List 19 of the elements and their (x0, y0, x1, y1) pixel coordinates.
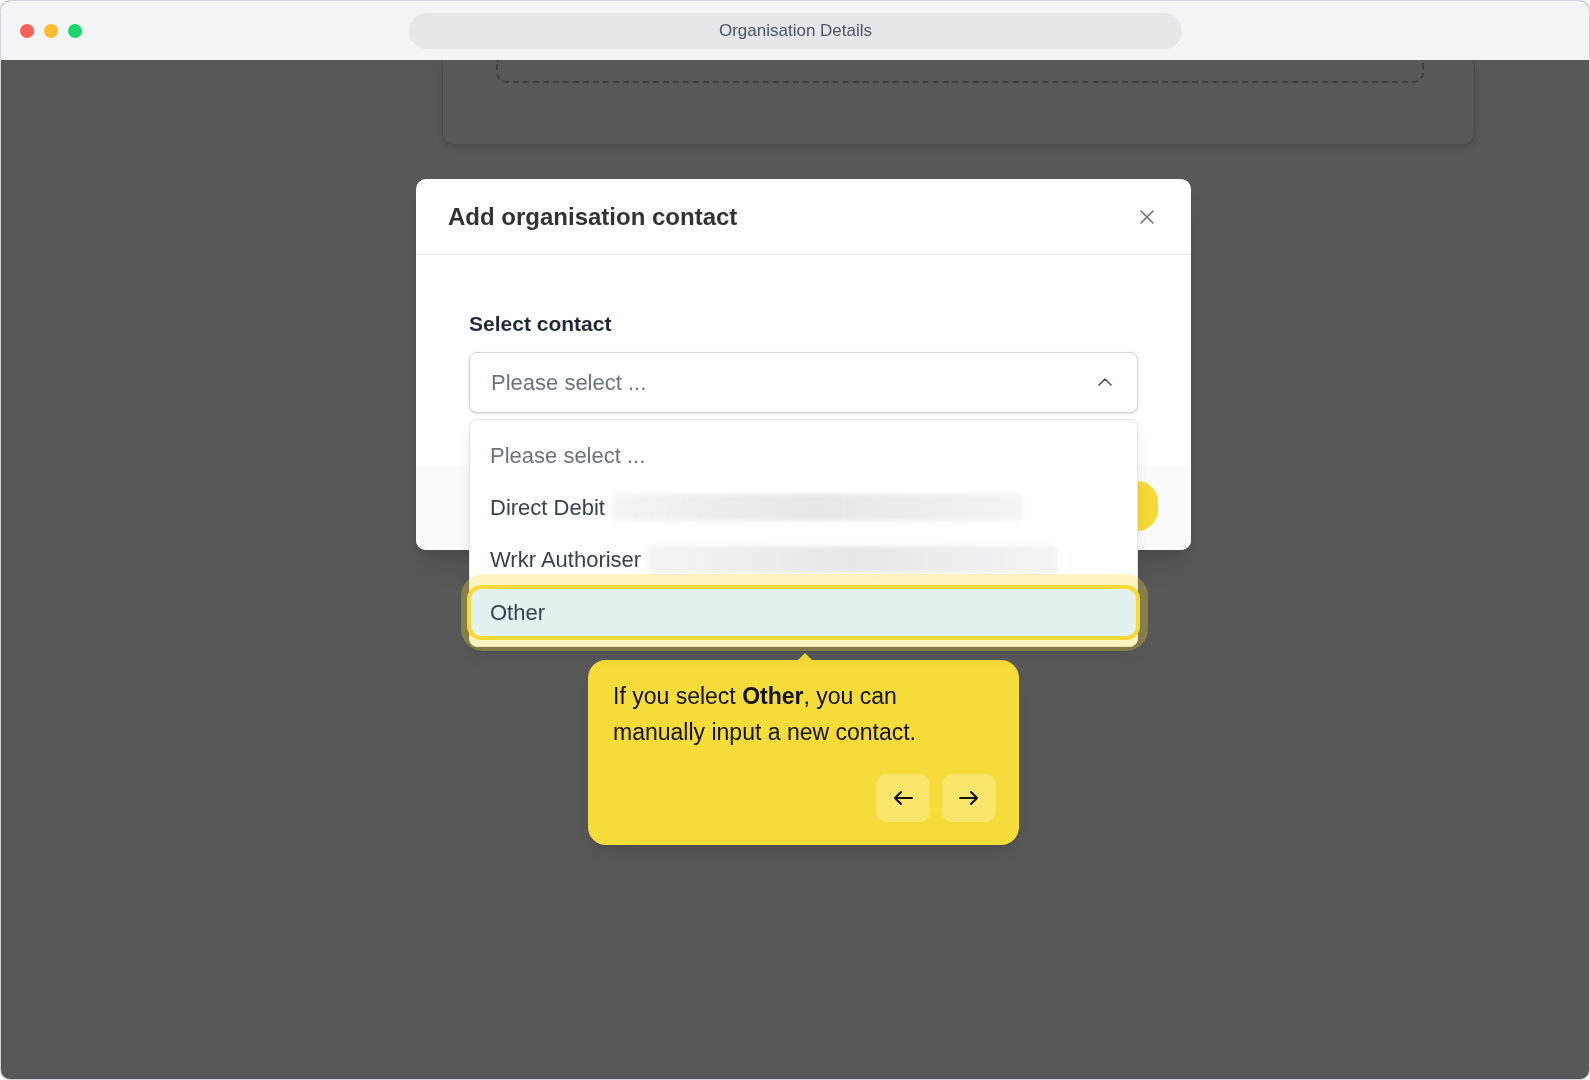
window-close-icon[interactable] (20, 23, 34, 38)
dialog-title: Add organisation contact (448, 201, 738, 232)
contact-select[interactable]: Please select ... (469, 352, 1138, 413)
address-bar[interactable]: Organisation Details (409, 12, 1182, 49)
dropdown-option[interactable]: Other (467, 585, 1140, 640)
arrow-left-icon (893, 790, 913, 806)
dropdown-option[interactable]: Wrkr Authoriser (470, 533, 1137, 585)
field-label: Select contact (469, 312, 612, 336)
back-button[interactable] (876, 774, 930, 822)
close-icon (1140, 209, 1154, 224)
chevron-up-icon (1098, 378, 1112, 386)
window-zoom-icon[interactable] (68, 23, 82, 38)
window-minimize-icon[interactable] (44, 23, 58, 38)
dropdown-option[interactable]: Direct Debit (470, 481, 1137, 533)
next-button[interactable] (942, 774, 996, 822)
arrow-right-icon (959, 790, 979, 806)
footer-button[interactable] (1137, 481, 1158, 531)
tooltip-text: If you select Other, you can manually input a new contact. (613, 682, 917, 747)
dropdown-option[interactable]: Please select ... (470, 429, 1137, 481)
